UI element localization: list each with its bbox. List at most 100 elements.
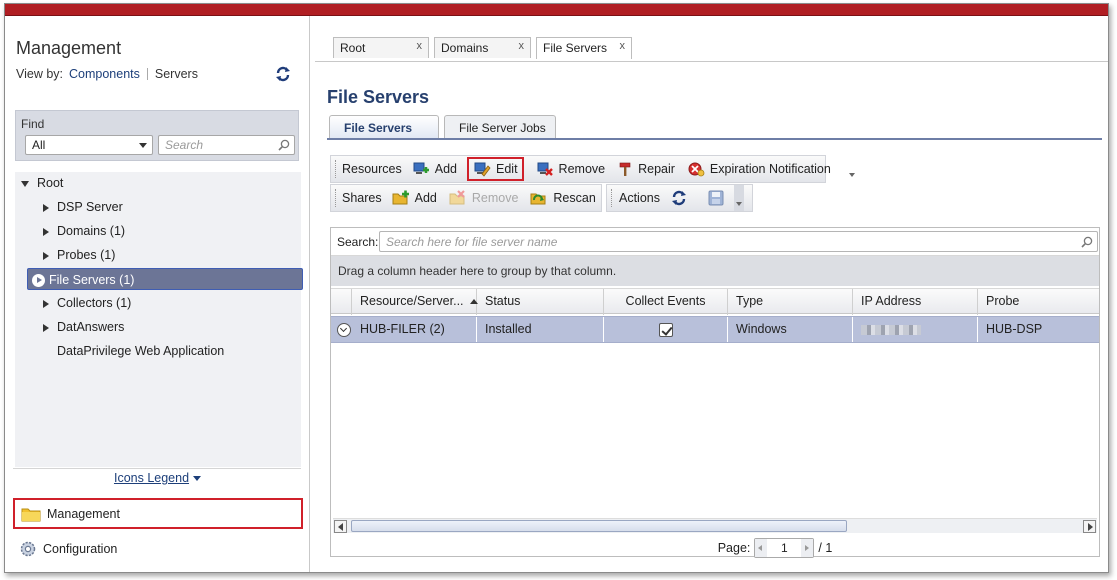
page-number-value[interactable]: 1 [767,541,801,555]
save-icon[interactable] [708,190,724,206]
nav-management[interactable]: Management [13,498,303,529]
horizontal-scrollbar[interactable] [333,518,1097,533]
grid-search-input[interactable]: Search here for file server name [379,231,1098,252]
tree-node-dataprivilege[interactable]: DataPrivilege Web Application [57,340,224,362]
icons-legend[interactable]: Icons Legend [5,471,310,485]
find-scope-select[interactable]: All [25,135,153,155]
rescan-icon [530,193,546,205]
scrollbar-thumb[interactable] [351,520,847,532]
header-status[interactable]: Status [477,289,604,315]
add-share-button[interactable]: Add [392,190,437,206]
table-row[interactable]: HUB-FILER (2) Installed Windows HUB-DSP [331,316,1099,343]
page-number-input[interactable]: 1 [754,538,815,558]
rescan-button[interactable]: Rescan [530,190,596,206]
toolbar-grip[interactable] [335,160,336,178]
tab-root[interactable]: Root x [333,37,429,58]
pager-total: / 1 [818,541,833,555]
nav-configuration[interactable]: Configuration [19,538,117,560]
share-add-label: Add [414,191,437,205]
find-search-input[interactable]: Search [158,135,295,155]
close-icon[interactable]: x [519,40,525,52]
tab-file-servers[interactable]: File Servers x [536,37,632,59]
remove-label: Remove [558,162,606,176]
panel-title: Management [16,38,122,58]
scroll-left-icon[interactable] [334,520,347,533]
view-by: View by: Components Servers [16,67,198,81]
toolbar: Resources Add Edit Remove Repair Expirat… [330,155,1100,215]
tab-file-server-jobs[interactable]: File Server Jobs [444,115,556,139]
view-servers-link[interactable]: Servers [155,67,198,81]
cell-probe: HUB-DSP [986,322,1043,336]
pager-label: Page: [717,541,751,555]
tree-node-label: DSP Server [57,200,123,214]
add-resource-button[interactable]: Add [412,161,457,177]
tree-node-domains[interactable]: Domains (1) [43,220,125,242]
tree-node-label: DataPrivilege Web Application [57,344,225,358]
chevron-right-icon[interactable] [43,251,49,260]
tab-domains[interactable]: Domains x [434,37,531,58]
prev-page-icon[interactable] [755,539,768,557]
toolbar-overflow[interactable] [734,185,744,211]
tree-node-label: DatAnswers [57,320,125,334]
chevron-right-icon[interactable] [43,299,49,308]
chevron-down-icon[interactable] [21,180,29,187]
header-ip-address[interactable]: IP Address [853,289,978,315]
play-icon[interactable] [32,274,45,288]
next-page-icon[interactable] [801,539,814,557]
header-collect-events[interactable]: Collect Events [604,289,728,315]
header-resource[interactable]: Resource/Server... [352,289,478,315]
toolbar-resources: Resources Add Edit Remove Repair Expirat… [330,155,855,183]
repair-button[interactable]: Repair [617,161,675,177]
chevron-right-icon[interactable] [43,203,49,212]
chevron-right-icon[interactable] [43,323,49,332]
toolbar-actions: Actions [606,184,753,212]
file-servers-grid: Search: Search here for file server name… [330,227,1100,558]
main-panel: Root x Domains x File Servers x File Ser… [315,16,1108,572]
refresh-icon[interactable] [275,66,291,82]
page-title: File Servers [327,87,430,107]
tab-label: Root [340,41,366,55]
toolbar-grip[interactable] [335,189,336,207]
refresh-icon[interactable] [670,190,688,206]
remove-share-button[interactable]: Remove [449,190,518,206]
tree-node-collectors[interactable]: Collectors (1) [43,292,131,314]
chevron-right-icon[interactable] [43,227,49,236]
tab-file-servers-sub[interactable]: File Servers [329,115,439,140]
chevron-down-icon[interactable] [193,476,202,482]
expand-row-icon[interactable] [337,323,351,337]
tree-node-dsp-server[interactable]: DSP Server [43,196,123,218]
search-icon[interactable] [1081,236,1093,248]
icons-legend-link[interactable]: Icons Legend [114,471,189,485]
header-type[interactable]: Type [728,289,853,315]
scroll-right-icon[interactable] [1083,520,1096,533]
view-components-link[interactable]: Components [69,67,140,81]
tree-node-file-servers[interactable]: File Servers (1) [27,268,303,290]
tab-label: File Servers [543,41,608,55]
collect-events-checkbox[interactable] [658,322,673,337]
add-server-icon [413,162,429,174]
tree-node-datanswers[interactable]: DatAnswers [43,316,124,338]
edit-resource-button[interactable]: Edit [467,157,524,181]
resources-label: Resources [342,162,402,176]
component-tree: Root DSP Server Domains (1) Probes (1) F… [15,172,303,467]
add-label: Add [434,162,457,176]
view-by-label: View by: [16,67,64,81]
search-icon[interactable] [278,139,290,151]
redacted-ip [861,324,921,335]
remove-resource-button[interactable]: Remove [536,161,606,177]
find-panel: Find All Search [15,110,299,161]
toolbar-grip[interactable] [611,189,613,207]
close-icon[interactable]: x [620,40,626,52]
tree-node-label: Root [37,176,64,190]
group-by-hint[interactable]: Drag a column header here to group by th… [331,256,1099,286]
expiration-notification-button[interactable]: Expiration Notification [687,161,831,177]
divider [146,68,148,80]
tree-node-label: Collectors (1) [57,296,132,310]
tree-node-probes[interactable]: Probes (1) [43,244,115,266]
close-icon[interactable]: x [417,40,423,52]
tree-node-label: Domains (1) [57,224,126,238]
hammer-icon [619,162,631,176]
header-probe[interactable]: Probe [978,289,1099,315]
top-bar [5,4,1108,16]
tree-node-root[interactable]: Root [21,172,63,194]
